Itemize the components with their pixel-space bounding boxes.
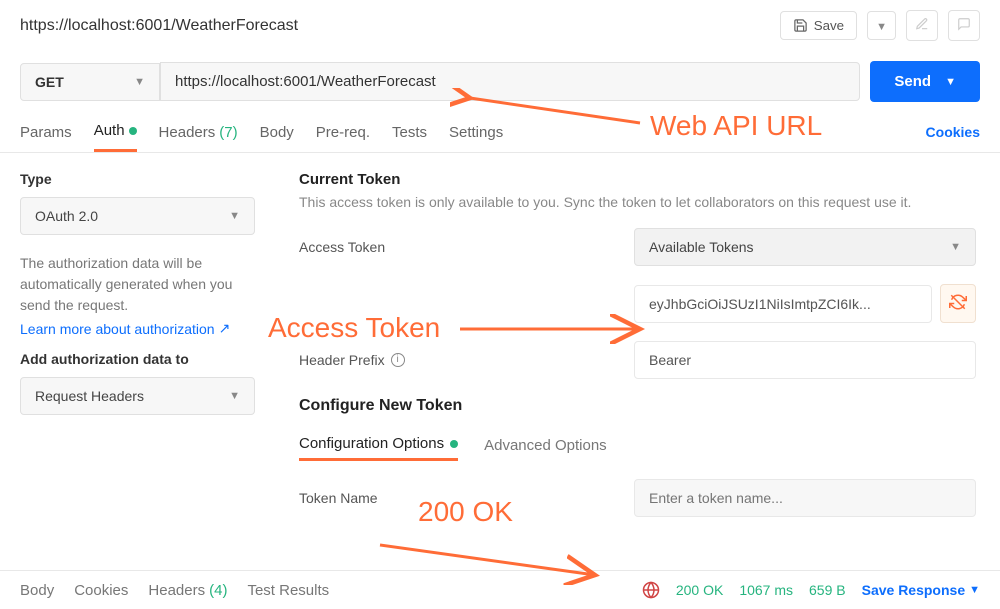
auth-type-select[interactable]: OAuth 2.0 ▼ bbox=[20, 197, 255, 235]
chevron-down-icon: ▼ bbox=[945, 76, 956, 88]
add-auth-label: Add authorization data to bbox=[20, 351, 255, 367]
access-token-value[interactable]: eyJhbGciOiJSUzI1NiIsImtpZCI6Ik... bbox=[634, 285, 932, 323]
tab-headers[interactable]: Headers (7) bbox=[159, 112, 238, 152]
comment-icon bbox=[957, 17, 971, 31]
tab-prereq[interactable]: Pre-req. bbox=[316, 112, 370, 152]
response-size: 659 B bbox=[809, 582, 846, 598]
add-auth-value: Request Headers bbox=[35, 388, 144, 404]
token-name-input[interactable] bbox=[634, 479, 976, 517]
tab-params[interactable]: Params bbox=[20, 112, 72, 152]
info-icon[interactable]: i bbox=[391, 353, 405, 367]
learn-auth-link[interactable]: Learn more about authorization ↗ bbox=[20, 320, 230, 337]
auth-type-label: Type bbox=[20, 171, 255, 187]
tab-auth[interactable]: Auth bbox=[94, 112, 137, 152]
http-method-value: GET bbox=[35, 74, 64, 90]
edit-icon-button[interactable] bbox=[906, 10, 938, 41]
send-label: Send bbox=[894, 73, 931, 90]
configure-token-title: Configure New Token bbox=[299, 397, 976, 415]
network-icon bbox=[642, 581, 660, 599]
save-label: Save bbox=[814, 18, 844, 33]
available-tokens-value: Available Tokens bbox=[649, 239, 754, 255]
status-dot-icon bbox=[450, 440, 458, 448]
save-dropdown[interactable]: ▼ bbox=[867, 11, 896, 40]
header-prefix-label: Header Prefix i bbox=[299, 352, 634, 368]
access-token-label: Access Token bbox=[299, 239, 634, 255]
chevron-down-icon: ▼ bbox=[134, 76, 145, 88]
cookies-link[interactable]: Cookies bbox=[926, 124, 980, 140]
current-token-desc: This access token is only available to y… bbox=[299, 194, 976, 210]
response-tab-headers[interactable]: Headers (4) bbox=[148, 582, 227, 599]
learn-auth-text: Learn more about authorization bbox=[20, 321, 215, 337]
save-response-label: Save Response bbox=[862, 582, 966, 598]
save-icon bbox=[793, 18, 808, 33]
response-tab-tests[interactable]: Test Results bbox=[247, 582, 329, 599]
external-link-icon: ↗ bbox=[219, 320, 231, 337]
comment-icon-button[interactable] bbox=[948, 10, 980, 41]
header-prefix-input[interactable]: Bearer bbox=[634, 341, 976, 379]
pencil-icon bbox=[915, 17, 929, 31]
save-button[interactable]: Save bbox=[780, 11, 857, 40]
response-status: 200 OK bbox=[676, 582, 723, 598]
tab-body[interactable]: Body bbox=[260, 112, 294, 152]
add-auth-select[interactable]: Request Headers ▼ bbox=[20, 377, 255, 415]
subtab-config-label: Configuration Options bbox=[299, 435, 444, 452]
chevron-down-icon: ▼ bbox=[969, 584, 980, 596]
sync-token-button[interactable] bbox=[940, 284, 976, 323]
subtab-advanced-options[interactable]: Advanced Options bbox=[484, 429, 607, 461]
chevron-down-icon: ▼ bbox=[950, 241, 961, 253]
current-token-title: Current Token bbox=[299, 171, 976, 188]
request-title: https://localhost:6001/WeatherForecast bbox=[20, 17, 298, 35]
available-tokens-select[interactable]: Available Tokens ▼ bbox=[634, 228, 976, 266]
token-name-label: Token Name bbox=[299, 490, 634, 506]
tab-tests[interactable]: Tests bbox=[392, 112, 427, 152]
tab-settings[interactable]: Settings bbox=[449, 112, 503, 152]
response-time: 1067 ms bbox=[739, 582, 793, 598]
tab-headers-label: Headers bbox=[159, 124, 216, 141]
chevron-down-icon: ▼ bbox=[876, 21, 887, 33]
auth-type-value: OAuth 2.0 bbox=[35, 208, 98, 224]
tab-headers-count: (7) bbox=[219, 124, 237, 141]
tab-auth-label: Auth bbox=[94, 122, 125, 139]
send-button[interactable]: Send ▼ bbox=[870, 61, 980, 102]
subtab-config-options[interactable]: Configuration Options bbox=[299, 429, 458, 461]
request-url-input[interactable]: https://localhost:6001/WeatherForecast bbox=[160, 62, 860, 101]
auth-description: The authorization data will be automatic… bbox=[20, 253, 255, 316]
chevron-down-icon: ▼ bbox=[229, 390, 240, 402]
status-dot-icon bbox=[129, 127, 137, 135]
save-response-button[interactable]: Save Response ▼ bbox=[862, 582, 980, 598]
response-headers-label: Headers bbox=[148, 582, 205, 599]
http-method-select[interactable]: GET ▼ bbox=[20, 63, 160, 101]
sync-icon bbox=[949, 293, 967, 311]
response-tab-cookies[interactable]: Cookies bbox=[74, 582, 128, 599]
response-tab-body[interactable]: Body bbox=[20, 582, 54, 599]
response-headers-count: (4) bbox=[209, 582, 227, 599]
chevron-down-icon: ▼ bbox=[229, 210, 240, 222]
